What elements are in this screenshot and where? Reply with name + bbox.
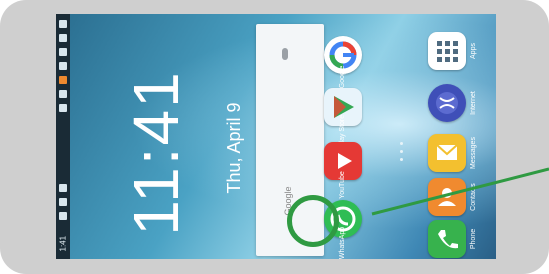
whatsapp-highlight-circle	[287, 195, 339, 247]
app-contacts[interactable]	[428, 178, 466, 216]
battery-icon	[59, 212, 67, 220]
notification-icon	[59, 76, 67, 84]
app-label-whatsapp: WhatsApp	[339, 226, 346, 259]
page-indicator-dot	[400, 150, 403, 153]
messages-icon	[436, 144, 458, 160]
page-indicator-dot	[400, 142, 403, 145]
app-internet[interactable]	[428, 84, 466, 122]
notification-icon	[59, 90, 67, 98]
internet-icon	[436, 92, 458, 114]
status-time: 1:41	[58, 235, 68, 252]
app-messages[interactable]	[428, 134, 466, 172]
app-label-internet: Internet	[470, 91, 477, 115]
status-bar: 1:41	[56, 14, 70, 259]
notification-icon	[59, 20, 67, 28]
apps-grid-icon	[437, 41, 458, 62]
page-indicator-dot	[400, 158, 403, 161]
contacts-icon	[438, 188, 456, 206]
app-apps[interactable]	[428, 32, 466, 70]
device-frame: 1:41 11:41 Thu, April 9 Google Google Pl…	[0, 0, 549, 274]
notification-icon	[59, 104, 67, 112]
lock-clock: 11:41	[120, 70, 192, 236]
app-label-contacts: Contacts	[470, 183, 477, 211]
app-label-messages: Messages	[470, 137, 477, 169]
notification-icon	[59, 62, 67, 70]
signal-icon	[59, 198, 67, 206]
app-phone[interactable]	[428, 220, 466, 258]
app-label-apps: Apps	[470, 43, 477, 59]
notification-icon	[59, 34, 67, 42]
notification-icon	[59, 48, 67, 56]
phone-screen: 1:41 11:41 Thu, April 9 Google Google Pl…	[56, 14, 496, 259]
phone-icon	[438, 230, 458, 249]
app-label-phone: Phone	[470, 228, 477, 250]
wifi-icon	[59, 184, 67, 192]
lock-date: Thu, April 9	[224, 102, 244, 194]
microphone-icon[interactable]	[282, 48, 288, 60]
